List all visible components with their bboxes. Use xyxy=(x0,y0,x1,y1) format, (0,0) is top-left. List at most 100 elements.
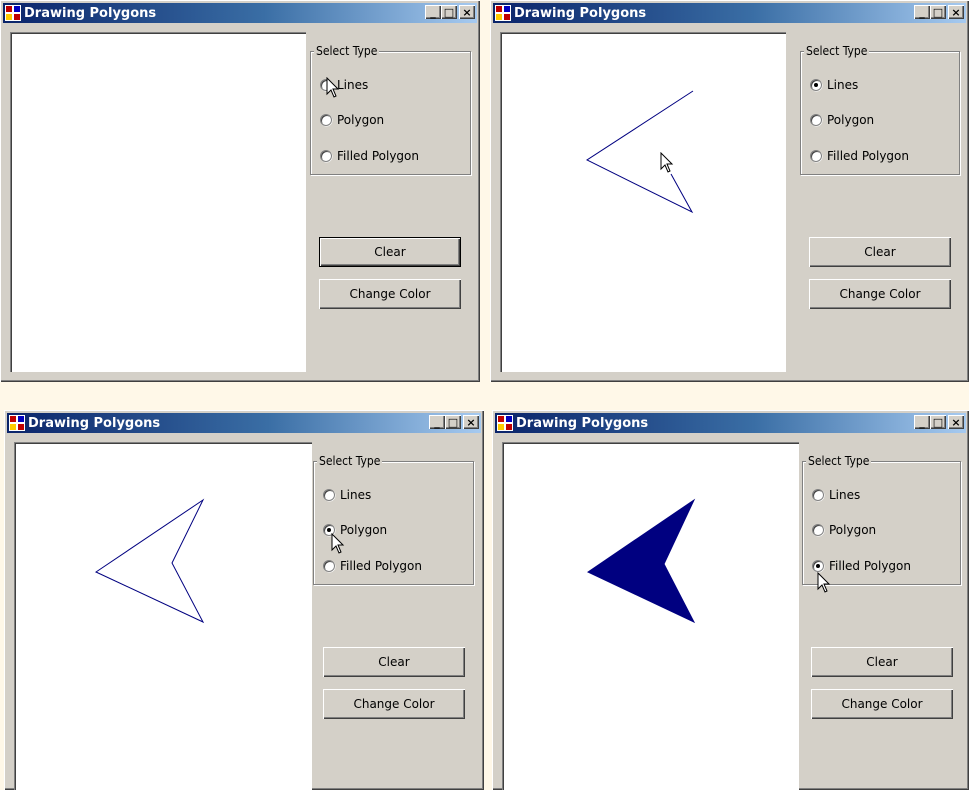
maximize-icon: □ xyxy=(932,415,944,429)
minimize-button[interactable]: _ xyxy=(425,5,441,19)
group-label: Select Type xyxy=(804,44,870,58)
change-color-button-label: Change Color xyxy=(841,697,923,711)
polygon-drawing xyxy=(585,90,694,214)
radio-polygon-label: Polygon xyxy=(337,113,385,127)
group-label: Select Type xyxy=(314,44,380,58)
close-icon: × xyxy=(462,5,472,19)
radio-lines-circle[interactable] xyxy=(812,489,824,501)
maximize-icon: □ xyxy=(932,5,944,19)
polygon-drawing xyxy=(586,498,696,624)
minimize-button[interactable]: _ xyxy=(914,415,930,429)
filled-polygon xyxy=(586,498,696,624)
minimize-icon: _ xyxy=(919,415,925,429)
polygon-lines xyxy=(585,90,694,214)
maximize-button[interactable]: □ xyxy=(445,415,461,429)
title-bar[interactable]: Drawing Polygons _ □ × xyxy=(495,413,966,433)
radio-lines[interactable]: Lines xyxy=(323,488,371,502)
clear-button-label: Clear xyxy=(864,245,896,259)
close-button[interactable]: × xyxy=(463,415,479,429)
drawing-canvas[interactable] xyxy=(500,32,786,372)
polygon-drawing xyxy=(94,498,205,624)
radio-filled-polygon-label: Filled Polygon xyxy=(337,149,419,163)
change-color-button[interactable]: Change Color xyxy=(319,279,461,309)
maximize-button[interactable]: □ xyxy=(930,415,946,429)
radio-lines-circle[interactable] xyxy=(810,79,822,91)
select-type-group: Select Type Lines Polygon Filled Polygon xyxy=(313,454,474,585)
radio-filled-polygon-circle[interactable] xyxy=(812,560,824,572)
radio-lines[interactable]: Lines xyxy=(320,78,368,92)
radio-polygon[interactable]: Polygon xyxy=(323,523,387,537)
radio-filled-polygon-label: Filled Polygon xyxy=(340,559,422,573)
radio-filled-polygon[interactable]: Filled Polygon xyxy=(812,559,911,573)
change-color-button[interactable]: Change Color xyxy=(323,689,465,719)
group-label: Select Type xyxy=(317,454,383,468)
close-button[interactable]: × xyxy=(948,415,964,429)
clear-button[interactable]: Clear xyxy=(319,237,461,267)
radio-filled-polygon-label: Filled Polygon xyxy=(827,149,909,163)
radio-lines-label: Lines xyxy=(340,488,372,502)
minimize-button[interactable]: _ xyxy=(429,415,445,429)
radio-polygon-circle[interactable] xyxy=(812,524,824,536)
window-3: Drawing Polygons _ □ × Select Type Lines… xyxy=(4,410,484,790)
radio-polygon[interactable]: Polygon xyxy=(320,113,384,127)
window-1: Drawing Polygons _ □ × Select Type Lines… xyxy=(0,0,480,382)
radio-filled-polygon-circle[interactable] xyxy=(810,150,822,162)
minimize-button[interactable]: _ xyxy=(914,5,930,19)
clear-button[interactable]: Clear xyxy=(811,647,953,677)
radio-polygon-label: Polygon xyxy=(829,523,877,537)
radio-lines-label: Lines xyxy=(337,78,369,92)
window-4: Drawing Polygons _ □ × Select Type Lines… xyxy=(492,410,969,790)
close-icon: × xyxy=(951,5,961,19)
change-color-button[interactable]: Change Color xyxy=(811,689,953,719)
change-color-button-label: Change Color xyxy=(839,287,921,301)
radio-filled-polygon[interactable]: Filled Polygon xyxy=(323,559,422,573)
radio-polygon-label: Polygon xyxy=(340,523,388,537)
window-title: Drawing Polygons xyxy=(516,415,649,431)
radio-filled-polygon[interactable]: Filled Polygon xyxy=(320,149,419,163)
radio-polygon[interactable]: Polygon xyxy=(812,523,876,537)
radio-lines-label: Lines xyxy=(827,78,859,92)
radio-polygon-label: Polygon xyxy=(827,113,875,127)
radio-filled-polygon[interactable]: Filled Polygon xyxy=(810,149,909,163)
radio-polygon-circle[interactable] xyxy=(320,114,332,126)
drawing-canvas[interactable] xyxy=(14,442,312,790)
polygon-outline xyxy=(94,498,205,624)
change-color-button-label: Change Color xyxy=(349,287,431,301)
close-button[interactable]: × xyxy=(948,5,964,19)
window-title: Drawing Polygons xyxy=(24,5,157,21)
radio-lines-circle[interactable] xyxy=(320,79,332,91)
select-type-group: Select Type Lines Polygon Filled Polygon xyxy=(802,454,961,585)
title-bar[interactable]: Drawing Polygons _ □ × xyxy=(3,3,477,23)
minimize-icon: _ xyxy=(919,5,925,19)
radio-polygon-circle[interactable] xyxy=(323,524,335,536)
maximize-icon: □ xyxy=(447,415,459,429)
radio-polygon[interactable]: Polygon xyxy=(810,113,874,127)
select-type-group: Select Type Lines Polygon Filled Polygon xyxy=(310,44,471,175)
app-icon xyxy=(497,415,513,431)
drawing-canvas[interactable] xyxy=(10,32,306,372)
drawing-canvas[interactable] xyxy=(502,442,799,790)
window-title: Drawing Polygons xyxy=(28,415,161,431)
change-color-button[interactable]: Change Color xyxy=(809,279,951,309)
title-bar[interactable]: Drawing Polygons _ □ × xyxy=(7,413,481,433)
close-icon: × xyxy=(466,415,476,429)
radio-lines[interactable]: Lines xyxy=(812,488,860,502)
radio-filled-polygon-circle[interactable] xyxy=(320,150,332,162)
radio-filled-polygon-circle[interactable] xyxy=(323,560,335,572)
radio-lines-circle[interactable] xyxy=(323,489,335,501)
clear-button[interactable]: Clear xyxy=(323,647,465,677)
select-type-group: Select Type Lines Polygon Filled Polygon xyxy=(800,44,960,175)
clear-button-label: Clear xyxy=(378,655,410,669)
close-button[interactable]: × xyxy=(459,5,475,19)
maximize-button[interactable]: □ xyxy=(441,5,457,19)
minimize-icon: _ xyxy=(434,415,440,429)
title-bar[interactable]: Drawing Polygons _ □ × xyxy=(493,3,966,23)
maximize-button[interactable]: □ xyxy=(930,5,946,19)
radio-polygon-circle[interactable] xyxy=(810,114,822,126)
radio-filled-polygon-label: Filled Polygon xyxy=(829,559,911,573)
app-icon xyxy=(5,5,21,21)
radio-lines-label: Lines xyxy=(829,488,861,502)
radio-lines[interactable]: Lines xyxy=(810,78,858,92)
clear-button[interactable]: Clear xyxy=(809,237,951,267)
window-title: Drawing Polygons xyxy=(514,5,647,21)
